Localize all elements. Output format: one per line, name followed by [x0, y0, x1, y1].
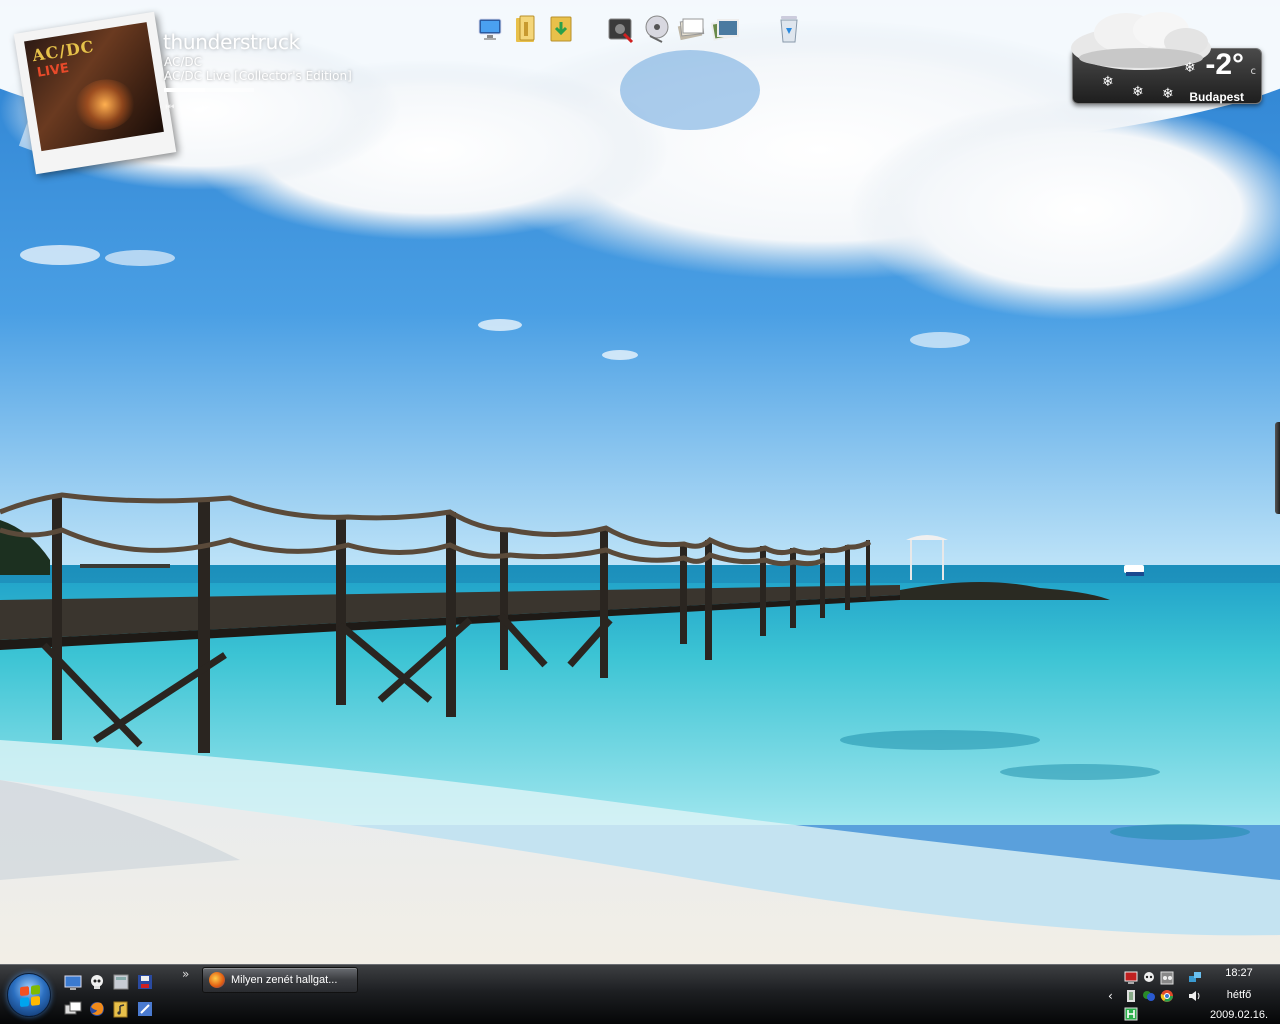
pause-icon[interactable]: ⏸ — [182, 102, 194, 113]
save-icon[interactable] — [136, 973, 154, 991]
snowflake-icon: ❄ — [1132, 84, 1144, 100]
weather-city: Budapest — [1189, 90, 1244, 104]
network-icon[interactable] — [1188, 971, 1202, 985]
weather-unit: c — [1250, 66, 1257, 77]
track-progress-fill — [164, 88, 206, 92]
track-artist: AC/DC — [164, 55, 203, 69]
switch-windows-icon[interactable] — [64, 1000, 82, 1018]
clock-date: 2009.02.16. — [1209, 1009, 1269, 1021]
usb-icon[interactable] — [1124, 989, 1138, 1003]
display-settings-icon[interactable] — [1160, 971, 1174, 985]
track-album: AC/DC Live [Collector's Edition] — [164, 69, 352, 83]
taskbar: » Milyen zenét hallgat... ‹ 18:27 hétfő … — [0, 964, 1280, 1024]
system-tray: ‹ — [1104, 967, 1204, 1023]
start-button[interactable] — [7, 973, 51, 1017]
sidebar-edge-tab[interactable] — [1275, 422, 1280, 514]
track-progress-bar[interactable] — [164, 88, 254, 92]
calculator-icon[interactable] — [112, 973, 130, 991]
clock-day: hétfő — [1226, 989, 1252, 1001]
documents-icon[interactable] — [676, 14, 706, 44]
disc-icon[interactable] — [642, 14, 672, 44]
network-monitor-icon[interactable] — [1124, 971, 1138, 985]
computer-icon[interactable] — [476, 14, 506, 44]
tool-icon[interactable] — [136, 1000, 154, 1018]
taskbar-window-label: Milyen zenét hallgat... — [231, 974, 338, 986]
snowflake-icon: ❄ — [1184, 60, 1196, 76]
pictures-icon[interactable] — [710, 14, 740, 44]
clock-time: 18:27 — [1225, 967, 1253, 979]
folder-icon[interactable] — [512, 14, 542, 44]
taskbar-window-firefox[interactable]: Milyen zenét hallgat... — [202, 967, 358, 993]
snowflake-icon: ❄ — [1162, 86, 1174, 102]
volume-icon[interactable] — [1188, 989, 1202, 1003]
download-folder-icon[interactable] — [547, 14, 577, 44]
messenger-icon[interactable] — [1142, 989, 1156, 1003]
recycle-bin-icon[interactable] — [774, 14, 804, 44]
tray-expand-chevron[interactable]: ‹ — [1108, 989, 1113, 1003]
weather-temperature: -2° — [1205, 48, 1244, 81]
skull-tray-icon[interactable] — [1142, 971, 1156, 985]
firefox-icon[interactable] — [88, 1000, 106, 1018]
folder-music-icon[interactable] — [112, 1000, 130, 1018]
taskbar-clock[interactable]: 18:27 hétfő 2009.02.16. — [1204, 965, 1274, 1024]
media-player-icon[interactable] — [606, 14, 636, 44]
weather-gadget[interactable]: ❄ ❄ ❄ ❄ -2° c Budapest — [1066, 8, 1264, 108]
windows-logo-icon — [20, 984, 40, 1008]
previous-track-icon[interactable]: ⏮ — [164, 102, 176, 113]
quick-launch-overflow[interactable]: » — [182, 967, 189, 981]
next-track-icon[interactable]: ⏭ — [200, 102, 212, 113]
playback-controls: ⏮ ⏸ ⏭ — [164, 102, 212, 113]
hamachi-icon[interactable] — [1124, 1007, 1138, 1021]
snowflake-icon: ❄ — [1102, 74, 1114, 90]
firefox-icon — [209, 972, 225, 988]
skull-icon[interactable] — [88, 973, 106, 991]
show-desktop-icon[interactable] — [64, 973, 82, 991]
chrome-icon[interactable] — [1160, 989, 1174, 1003]
